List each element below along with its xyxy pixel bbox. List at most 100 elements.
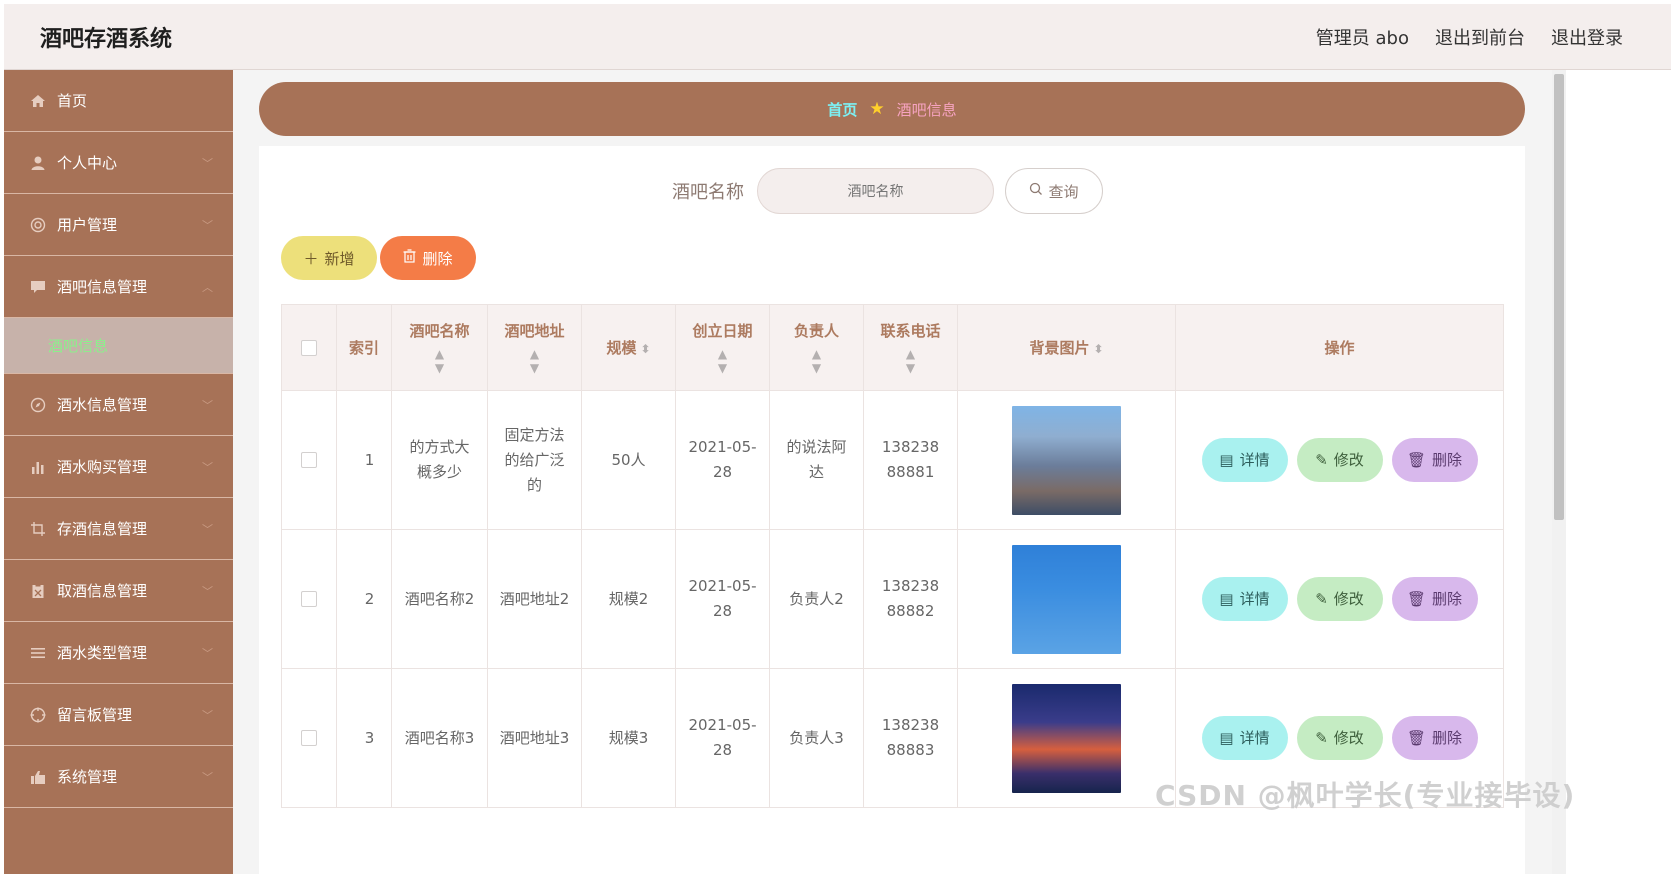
delete-button[interactable]: 🗑 删除 (1391, 438, 1478, 482)
sidebar-item-system[interactable]: 系统管理 ﹀ (4, 746, 233, 808)
scrollbar-thumb[interactable] (1554, 74, 1564, 520)
sidebar-item-retrieval[interactable]: 取酒信息管理 ﹀ (4, 560, 233, 622)
chevron-down-icon: ﹀ (202, 584, 213, 598)
column-header-image[interactable]: 背景图片 ⬍ (957, 304, 1176, 391)
column-label: 负责人 (793, 322, 839, 340)
column-header-ops: 操作 (1175, 304, 1504, 391)
delete-button-label: 删除 (422, 249, 453, 268)
cell-address: 酒吧地址2 (487, 529, 582, 669)
document-icon: ▤ (1219, 728, 1234, 747)
edit-icon: ✎ (1315, 450, 1328, 469)
sort-icon[interactable]: ⬍ (640, 342, 650, 356)
chevron-down-icon: ﹀ (202, 708, 213, 722)
star-icon: ★ (869, 99, 885, 119)
detail-button[interactable]: ▤ 详情 (1201, 438, 1288, 482)
cell-index: 3 (336, 668, 392, 808)
cell-ops: ▤ 详情 ✎ 修改 🗑 删除 (1175, 529, 1504, 669)
cell-image (957, 390, 1176, 530)
table-header-row: 索引 酒吧名称 ▲ ▼ 酒吧地址 ▲ ▼ 规模 ⬍ 创立日期 ▲ ▼ 负责人 ▲ ▼ 联系电话 ▲ ▼… (281, 304, 1504, 391)
action-bar: ＋ 新增 删除 (281, 236, 476, 280)
detail-button[interactable]: ▤ 详情 (1201, 577, 1288, 621)
sidebar-item-label: 留言板管理 (57, 706, 133, 724)
edit-icon: ✎ (1315, 728, 1328, 747)
sort-icon[interactable]: ▲ ▼ (770, 347, 863, 375)
column-label: 索引 (348, 339, 379, 357)
column-header-manager[interactable]: 负责人 ▲ ▼ (769, 304, 864, 391)
cell-scale: 规模3 (581, 668, 676, 808)
submenu-item-bar-info[interactable]: 酒吧信息 (4, 318, 233, 374)
row-checkbox[interactable] (301, 452, 317, 468)
sidebar-item-drink-info[interactable]: 酒水信息管理 ﹀ (4, 374, 233, 436)
edit-label: 修改 (1333, 589, 1364, 608)
delete-label: 删除 (1432, 728, 1463, 747)
cell-phone: 13823888883 (863, 668, 958, 808)
edit-icon: ✎ (1315, 589, 1328, 608)
edit-button[interactable]: ✎ 修改 (1296, 438, 1383, 482)
delete-label: 删除 (1432, 589, 1463, 608)
background-image-thumbnail[interactable] (1012, 405, 1121, 515)
sort-icon[interactable]: ▲ ▼ (864, 347, 957, 375)
row-select-cell (281, 529, 337, 669)
cell-text: 13823888881 (881, 438, 940, 481)
sidebar-item-drink-purchase[interactable]: 酒水购买管理 ﹀ (4, 436, 233, 498)
sidebar-item-storage[interactable]: 存酒信息管理 ﹀ (4, 498, 233, 560)
cell-date: 2021-05-28 (675, 529, 770, 669)
row-checkbox[interactable] (301, 730, 317, 746)
breadcrumb-home[interactable]: 首页 (827, 99, 857, 120)
sidebar-item-profile[interactable]: 个人中心 ﹀ (4, 132, 233, 194)
cell-date: 2021-05-28 (675, 668, 770, 808)
compass-icon (29, 396, 47, 414)
delete-button[interactable]: 🗑 删除 (1391, 716, 1478, 760)
sort-icon[interactable]: ⬍ (1093, 342, 1103, 356)
message-icon (29, 278, 47, 296)
column-label: 创立日期 (692, 322, 753, 340)
sidebar-item-bar-info[interactable]: 酒吧信息管理 ︿ (4, 256, 233, 318)
column-header-date[interactable]: 创立日期 ▲ ▼ (675, 304, 770, 391)
sort-icon[interactable]: ▲ ▼ (488, 347, 581, 375)
chevron-down-icon: ﹀ (202, 398, 213, 412)
search-input[interactable] (757, 168, 994, 214)
delete-button[interactable]: 🗑 删除 (1391, 577, 1478, 621)
sidebar-item-home[interactable]: 首页 (4, 70, 233, 132)
column-header-name[interactable]: 酒吧名称 ▲ ▼ (391, 304, 488, 391)
search-button[interactable]: 查询 (1005, 168, 1103, 214)
sidebar-item-drink-type[interactable]: 酒水类型管理 ﹀ (4, 622, 233, 684)
vertical-scrollbar[interactable] (1552, 70, 1566, 874)
sort-icon[interactable]: ▲ ▼ (676, 347, 769, 375)
cell-text: 的方式大概多少 (409, 438, 470, 481)
cell-text: 2021-05-28 (688, 716, 757, 759)
background-image-thumbnail[interactable] (1012, 544, 1121, 654)
home-icon (29, 92, 47, 110)
background-image-thumbnail[interactable] (1012, 683, 1121, 793)
breadcrumb-current: 酒吧信息 (896, 100, 957, 119)
edit-button[interactable]: ✎ 修改 (1296, 716, 1383, 760)
sidebar-item-users[interactable]: 用户管理 ﹀ (4, 194, 233, 256)
select-all-checkbox[interactable] (301, 340, 317, 356)
chevron-up-icon: ︿ (202, 280, 213, 294)
chevron-down-icon: ﹀ (202, 770, 213, 784)
edit-button[interactable]: ✎ 修改 (1296, 577, 1383, 621)
column-header-address[interactable]: 酒吧地址 ▲ ▼ (487, 304, 582, 391)
logout-link[interactable]: 退出登录 (1551, 24, 1623, 50)
sidebar-item-label: 酒水类型管理 (57, 644, 148, 662)
clipboard-icon (29, 582, 47, 600)
row-checkbox[interactable] (301, 591, 317, 607)
sidebar-item-label: 首页 (57, 92, 88, 110)
cell-scale: 规模2 (581, 529, 676, 669)
main-panel: 酒吧名称 查询 ＋ 新增 删除 索引 (259, 146, 1525, 874)
batch-delete-button[interactable]: 删除 (380, 236, 476, 280)
search-bar: 酒吧名称 查询 (672, 168, 1103, 214)
sidebar-item-guestbook[interactable]: 留言板管理 ﹀ (4, 684, 233, 746)
sort-icon[interactable]: ▲ ▼ (392, 347, 487, 375)
chevron-down-icon: ﹀ (202, 646, 213, 660)
cell-name: 的方式大概多少 (391, 390, 488, 530)
users-icon (29, 216, 47, 234)
detail-button[interactable]: ▤ 详情 (1201, 716, 1288, 760)
sidebar-item-label: 个人中心 (57, 154, 118, 172)
exit-to-front-link[interactable]: 退出到前台 (1435, 24, 1525, 50)
column-label: 背景图片 (1029, 339, 1090, 357)
column-header-scale[interactable]: 规模 ⬍ (581, 304, 676, 391)
add-button[interactable]: ＋ 新增 (281, 236, 377, 280)
sidebar: 首页 个人中心 ﹀ 用户管理 ﹀ 酒吧信息管理 ︿ 酒吧信息 酒水信息管理 ﹀ … (4, 70, 233, 874)
column-header-phone[interactable]: 联系电话 ▲ ▼ (863, 304, 958, 391)
